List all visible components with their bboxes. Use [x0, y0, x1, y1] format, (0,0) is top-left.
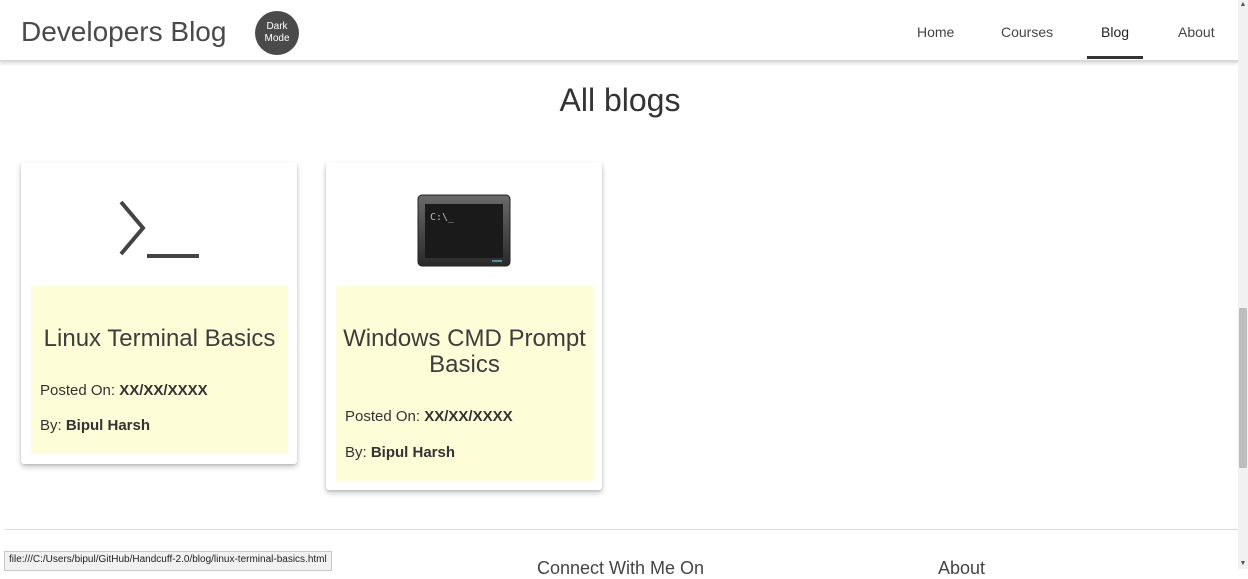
scroll-down-arrow-icon[interactable]: ▼ [1238, 559, 1248, 569]
top-navbar: Developers Blog Dark Mode Home Courses B… [0, 7, 1238, 62]
scrollbar-track[interactable] [1238, 0, 1248, 569]
nav-blog[interactable]: Blog [1101, 24, 1129, 40]
posted-label: Posted On: [345, 408, 425, 425]
author-name: Bipul Harsh [65, 417, 151, 434]
blog-card-linux[interactable]: Linux Terminal Basics Posted On: XX/XX/X… [21, 162, 297, 464]
author: By: Bipul Harsh [40, 417, 150, 434]
author-name: Bipul Harsh [370, 444, 456, 461]
card-title[interactable]: Linux Terminal Basics [31, 326, 288, 352]
author: By: Bipul Harsh [345, 444, 455, 461]
posted-on: Posted On: XX/XX/XXXX [40, 382, 208, 399]
dark-mode-button[interactable]: Dark Mode [255, 11, 299, 55]
scrollbar-thumb[interactable] [1239, 308, 1247, 468]
blog-card-windows[interactable]: C:\_ Windows CMD Prompt Basics Posted On… [326, 162, 602, 490]
posted-on: Posted On: XX/XX/XXXX [345, 408, 513, 425]
site-brand[interactable]: Developers Blog [21, 16, 226, 48]
nav-home[interactable]: Home [917, 24, 954, 40]
posted-label: Posted On: [40, 382, 120, 399]
by-label: By: [345, 444, 371, 461]
active-nav-indicator [1087, 56, 1143, 59]
scroll-up-arrow-icon[interactable]: ▲ [1238, 0, 1248, 10]
nav-courses[interactable]: Courses [1001, 24, 1053, 40]
svg-text:C:\_: C:\_ [430, 212, 455, 223]
card-title[interactable]: Windows CMD Prompt Basics [336, 326, 593, 378]
posted-date: XX/XX/XXXX [424, 408, 513, 425]
posted-date: XX/XX/XXXX [119, 382, 208, 399]
footer-divider [5, 529, 1238, 530]
page-title: All blogs [559, 82, 681, 118]
card-body: Windows CMD Prompt Basics Posted On: XX/… [336, 286, 593, 481]
card-body: Linux Terminal Basics Posted On: XX/XX/X… [31, 286, 288, 454]
dark-mode-label: Dark Mode [264, 21, 290, 44]
terminal-prompt-icon [21, 162, 297, 282]
cmd-window-icon: C:\_ [326, 162, 602, 282]
by-label: By: [40, 417, 66, 434]
status-bar-url: file:///C:/Users/bipul/GitHub/Handcuff-2… [4, 551, 332, 571]
nav-about[interactable]: About [1178, 24, 1215, 40]
